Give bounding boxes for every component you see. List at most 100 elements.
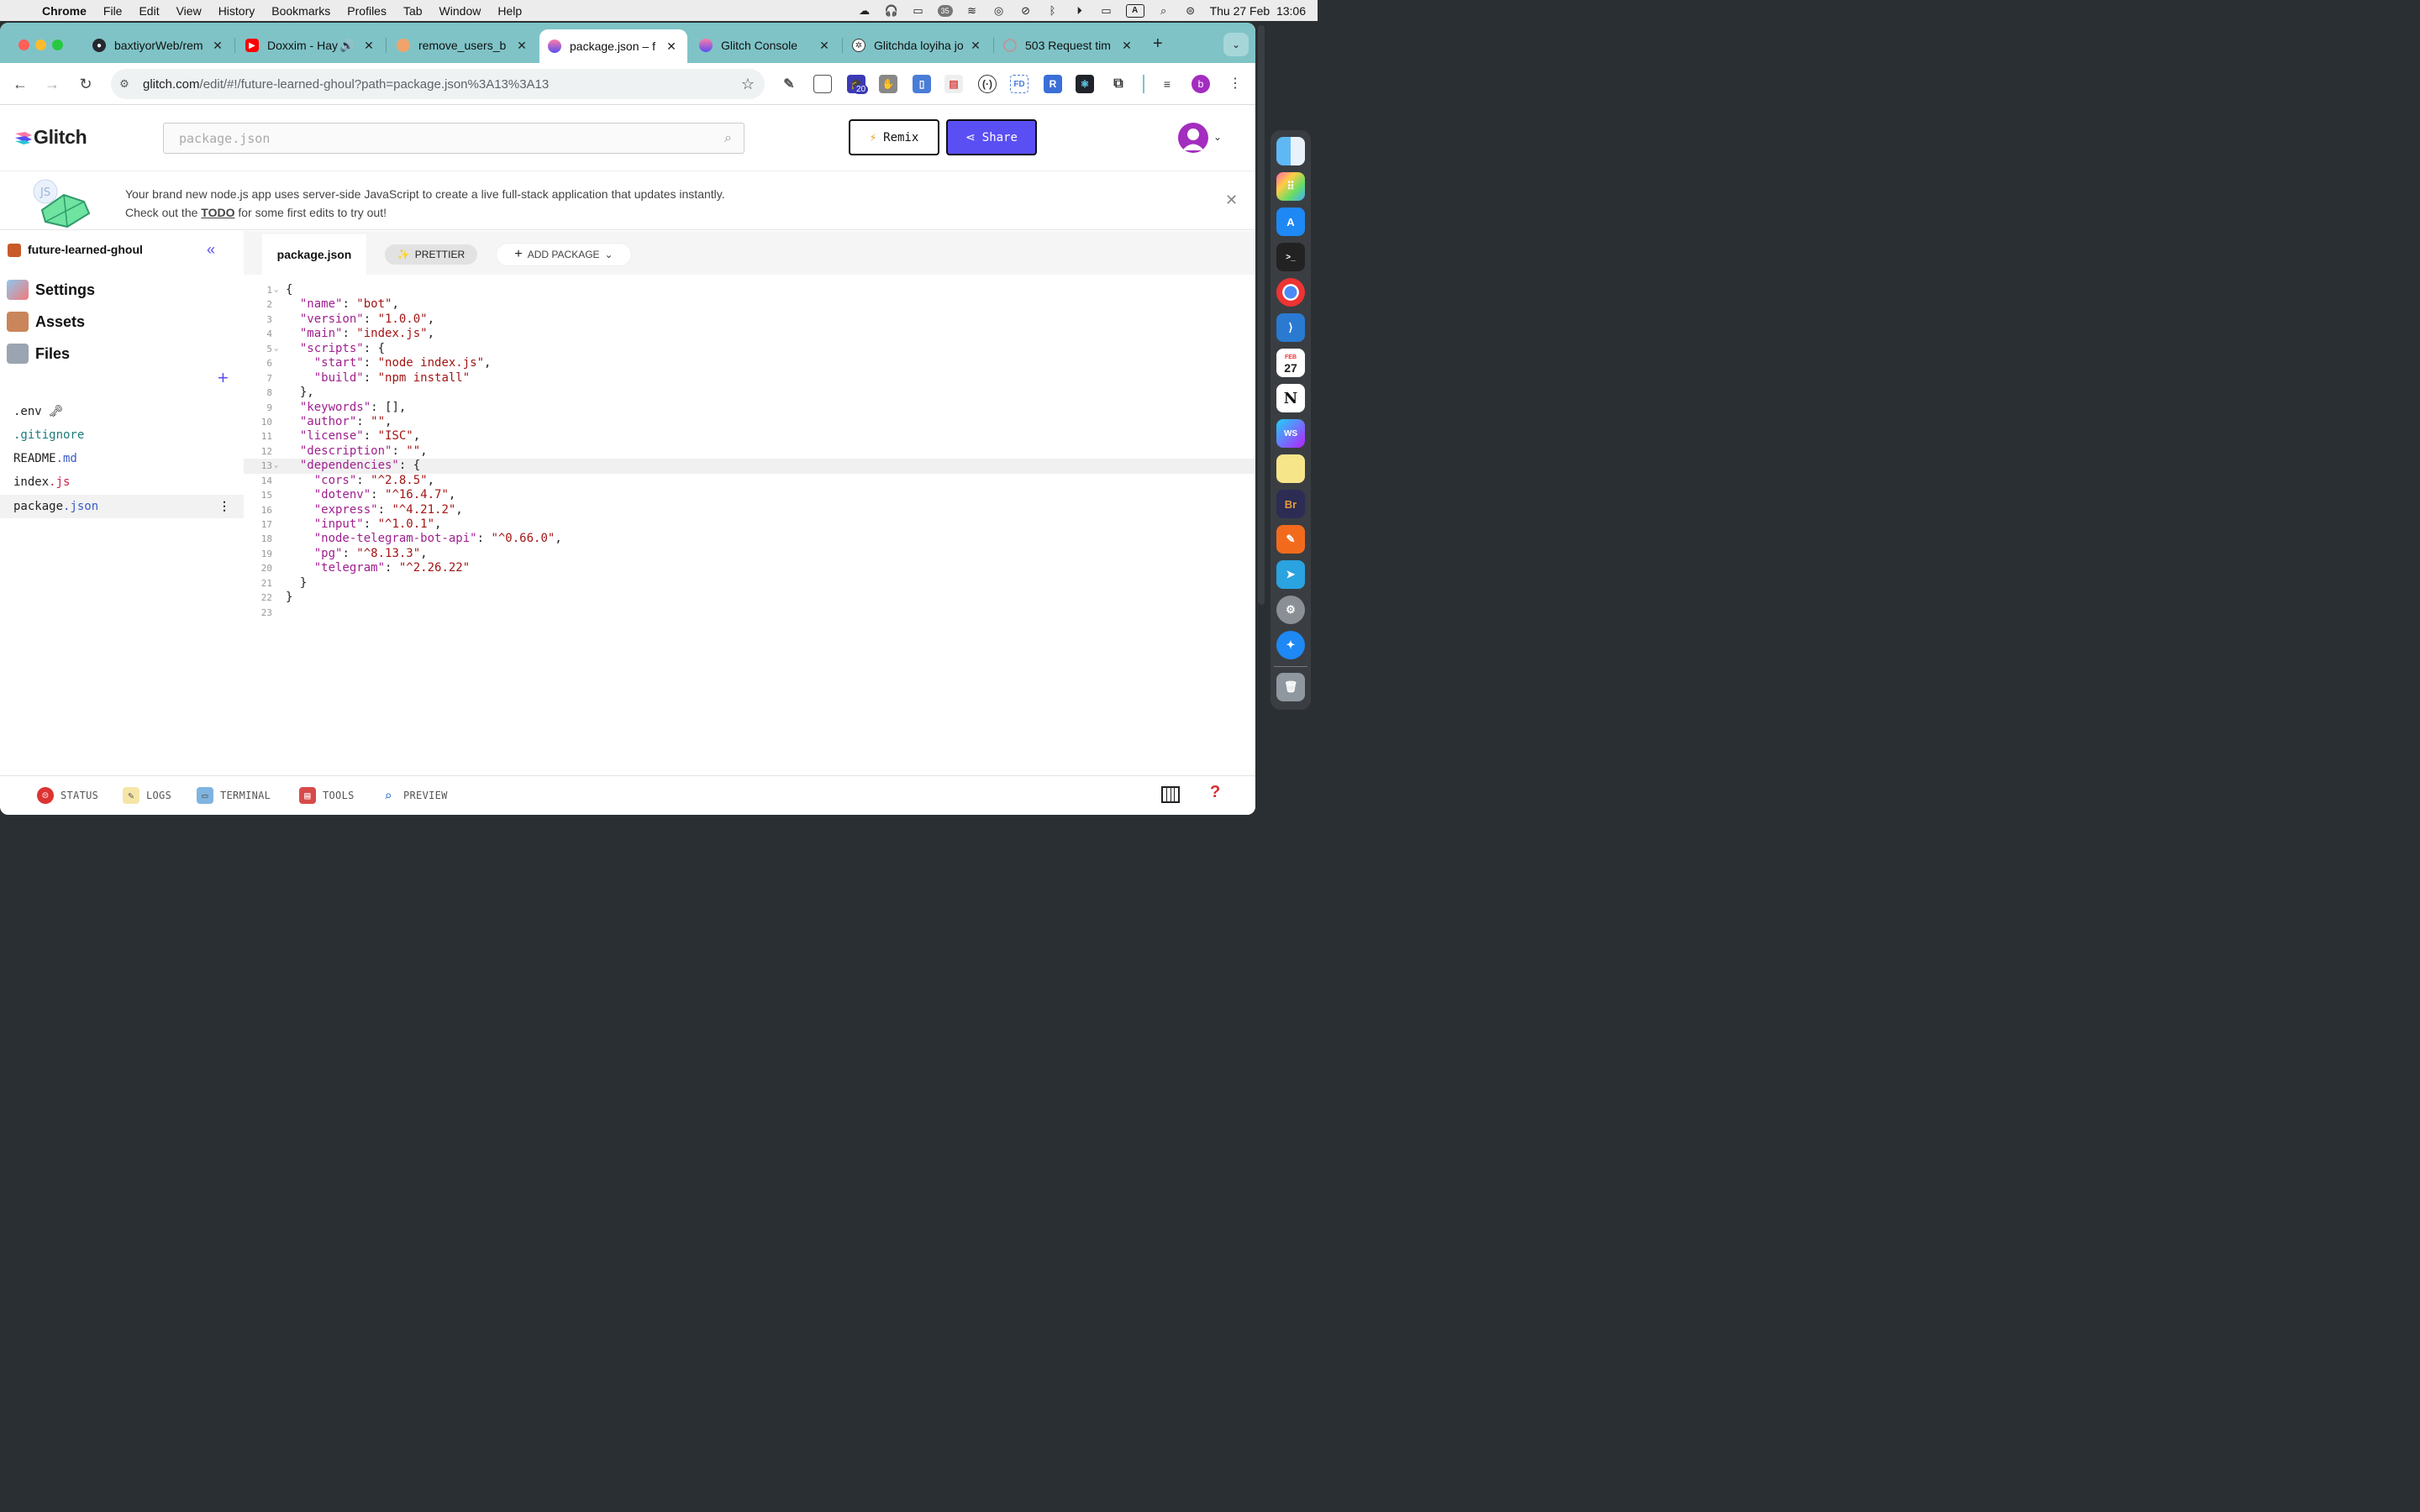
notion-icon[interactable]: N — [1276, 384, 1305, 412]
code-line[interactable]: 2 "name": "bot", — [244, 297, 1255, 312]
headphones-icon[interactable]: 🎧 — [884, 4, 899, 17]
code-line[interactable]: 14 "cors": "^2.8.5", — [244, 474, 1255, 488]
share-button[interactable]: ⋖ Share — [946, 119, 1037, 155]
pencil-app-icon[interactable]: ✎ — [1276, 525, 1305, 554]
keyboard-shortcuts-icon[interactable] — [1161, 786, 1180, 803]
menu-bookmarks[interactable]: Bookmarks — [263, 4, 339, 18]
media-controls-icon[interactable]: ≡ — [1158, 75, 1176, 93]
battery-icon[interactable]: ▭ — [1099, 4, 1114, 17]
close-tab-icon[interactable]: ✕ — [664, 39, 679, 54]
mobile-extension-icon[interactable]: ▯ — [913, 75, 931, 93]
code-line[interactable]: 7 "build": "npm install" — [244, 371, 1255, 386]
react-devtools-icon[interactable]: ⚛ — [1076, 75, 1094, 93]
code-line[interactable]: 15 "dotenv": "^16.4.7", — [244, 488, 1255, 502]
file-item-package-json[interactable]: package .json ⋮ — [0, 495, 244, 518]
tab-search-button[interactable]: ⌄ — [1223, 33, 1249, 56]
minimize-window-button[interactable] — [35, 39, 46, 50]
sidebar-item-assets[interactable]: Assets — [7, 312, 85, 332]
tab-package-json-editor[interactable]: package.json — [262, 234, 366, 275]
code-line[interactable]: 22} — [244, 591, 1255, 605]
bluetooth-icon[interactable]: ᛒ — [1045, 4, 1060, 17]
json-extension-icon[interactable]: (·) — [978, 75, 997, 93]
status-button[interactable]: ☹ STATUS — [37, 787, 98, 804]
reader-extension-icon[interactable] — [813, 75, 832, 93]
code-line[interactable]: 5 ⌄ "scripts": { — [244, 342, 1255, 356]
profile-avatar[interactable]: b — [1192, 75, 1210, 93]
fold-chevron-icon[interactable]: ⌄ — [274, 342, 286, 356]
wifi-icon[interactable]: ≋ — [965, 4, 980, 17]
code-line[interactable]: 9 "keywords": [], — [244, 401, 1255, 415]
tab-glitch-console[interactable]: Glitch Console ✕ — [691, 33, 840, 58]
code-line[interactable]: 6 "start": "node index.js", — [244, 356, 1255, 370]
close-tab-icon[interactable]: ✕ — [1119, 39, 1134, 53]
trash-icon[interactable]: 🗑 — [1276, 673, 1305, 701]
chrome-menu-icon[interactable]: ⋮ — [1228, 75, 1242, 92]
terminal-app-icon[interactable]: >_ — [1276, 243, 1305, 271]
code-line[interactable]: 1 ⌄{ — [244, 283, 1255, 297]
menu-app-chrome[interactable]: Chrome — [34, 4, 95, 18]
close-tab-icon[interactable]: ✕ — [968, 39, 983, 53]
extensions-puzzle-icon[interactable]: ⧉ — [1109, 75, 1128, 93]
back-button[interactable]: ← — [10, 74, 30, 94]
code-line[interactable]: 23 — [244, 606, 1255, 620]
menu-window[interactable]: Window — [431, 4, 490, 18]
code-line[interactable]: 10 "author": "", — [244, 415, 1255, 429]
close-window-button[interactable] — [18, 39, 29, 50]
code-line[interactable]: 18 "node-telegram-bot-api": "^0.66.0", — [244, 532, 1255, 546]
menu-tab[interactable]: Tab — [395, 4, 431, 18]
add-file-button[interactable]: + — [218, 367, 229, 389]
fold-chevron-icon[interactable]: ⌄ — [274, 283, 286, 297]
tab-503[interactable]: 503 Request tim ✕ — [995, 33, 1143, 58]
code-editor[interactable]: 1 ⌄{2 "name": "bot", 3 "version": "1.0.0",… — [244, 283, 1255, 620]
zoom-window-button[interactable] — [52, 39, 63, 50]
activity-badge-icon[interactable]: 35 — [937, 4, 953, 17]
code-line[interactable]: 21 } — [244, 576, 1255, 591]
vpn-icon[interactable]: ⊘ — [1018, 4, 1034, 17]
close-tab-icon[interactable]: ✕ — [361, 39, 376, 53]
collapse-sidebar-icon[interactable]: « — [207, 241, 215, 259]
code-line[interactable]: 3 "version": "1.0.0", — [244, 312, 1255, 327]
menu-profiles[interactable]: Profiles — [339, 4, 395, 18]
user-avatar[interactable] — [1178, 123, 1208, 153]
code-line[interactable]: 12 "description": "", — [244, 444, 1255, 459]
fd-extension-icon[interactable]: FD — [1010, 75, 1028, 93]
code-line[interactable]: 11 "license": "ISC", — [244, 429, 1255, 444]
spotlight-search-icon[interactable]: ⌕ — [1156, 4, 1171, 17]
webstorm-icon[interactable]: WS — [1276, 419, 1305, 448]
telegram-icon[interactable]: ➤ — [1276, 560, 1305, 589]
site-info-icon[interactable]: ⚙ — [111, 77, 138, 91]
display-icon[interactable]: ▭ — [911, 4, 926, 17]
menu-bar-clock[interactable]: Thu 27 Feb 13:06 — [1210, 4, 1306, 18]
add-package-button[interactable]: + ADD PACKAGE ⌄ — [496, 243, 632, 266]
tools-button[interactable]: ▤ TOOLS — [299, 787, 355, 804]
window-scrollbar[interactable] — [1258, 25, 1265, 605]
safari-icon[interactable]: ✦ — [1276, 631, 1305, 659]
eyedropper-extension-icon[interactable]: ✎ — [780, 75, 798, 93]
hand-extension-icon[interactable]: ✋ — [879, 75, 897, 93]
notes-icon[interactable] — [1276, 454, 1305, 483]
glitch-logo[interactable]: Glitch — [13, 126, 87, 149]
play-icon[interactable]: ⏵ — [1072, 4, 1087, 17]
code-line[interactable]: 20 "telegram": "^2.26.22" — [244, 561, 1255, 575]
app-store-icon[interactable]: A — [1276, 207, 1305, 236]
address-bar[interactable]: ⚙ glitch.com/edit/#!/future-learned-ghou… — [111, 69, 765, 99]
system-settings-icon[interactable]: ⚙ — [1276, 596, 1305, 624]
tab-github[interactable]: ● baxtiyorWeb/rem ✕ — [84, 33, 234, 58]
cloud-icon[interactable]: ☁ — [857, 4, 872, 17]
sidebar-item-files[interactable]: Files — [7, 344, 70, 364]
launchpad-icon[interactable]: ⠿ — [1276, 172, 1305, 201]
fold-chevron-icon[interactable]: ⌄ — [274, 459, 286, 473]
code-line[interactable]: 16 "express": "^4.21.2", — [244, 503, 1255, 517]
todo-link[interactable]: TODO — [201, 206, 234, 219]
finder-icon[interactable] — [1276, 137, 1305, 165]
file-item-env[interactable]: .env 🗝 — [0, 400, 244, 423]
code-line[interactable]: 13 ⌄ "dependencies": { — [244, 459, 1255, 474]
menu-history[interactable]: History — [210, 4, 264, 18]
menu-help[interactable]: Help — [489, 4, 530, 18]
menu-file[interactable]: File — [95, 4, 131, 18]
search-icon[interactable]: ⌕ — [724, 131, 732, 146]
code-line[interactable]: 8 }, — [244, 386, 1255, 400]
bookmark-star-icon[interactable]: ☆ — [731, 76, 765, 93]
bridge-icon[interactable]: Br — [1276, 490, 1305, 518]
chevron-down-icon[interactable]: ⌄ — [1213, 131, 1222, 143]
